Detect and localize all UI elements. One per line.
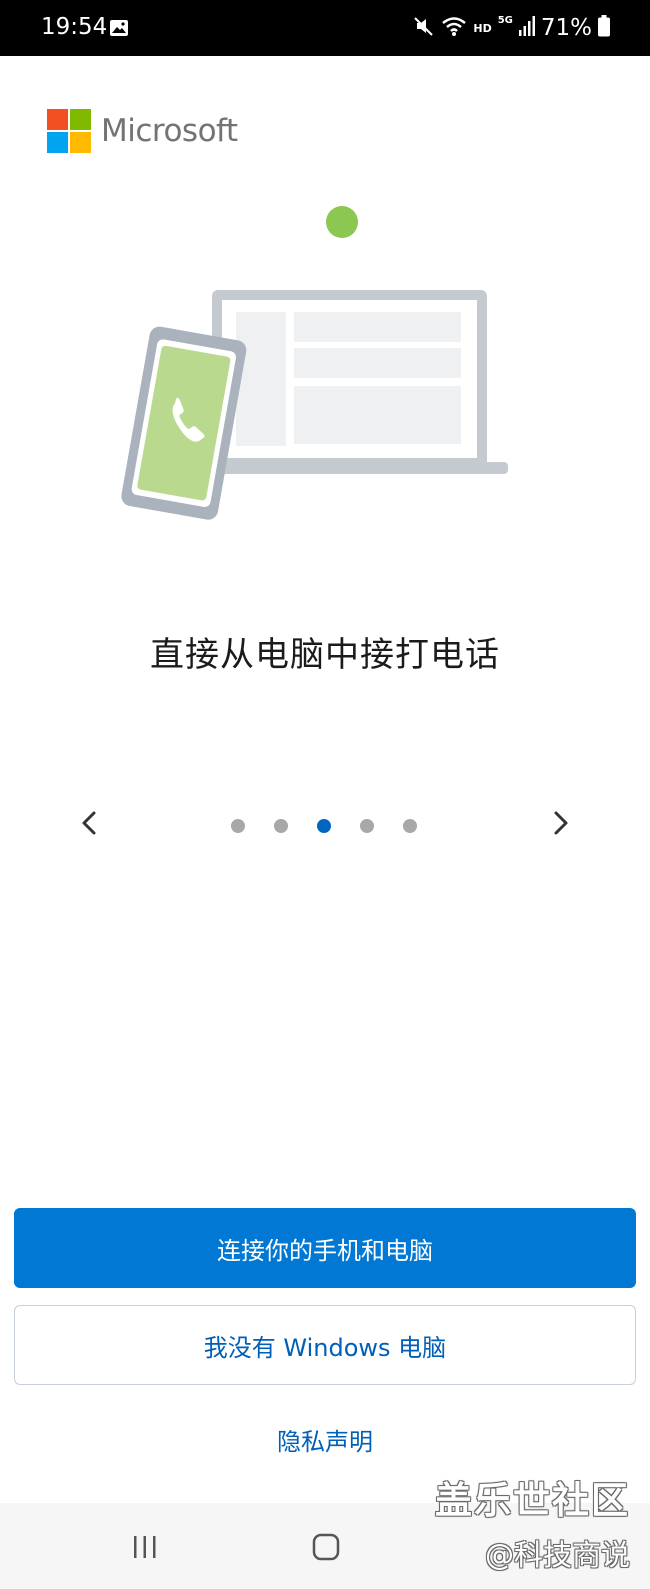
status-bar: 19:54 HD 5G 71%: [0, 0, 650, 56]
microsoft-wordmark: Microsoft: [101, 113, 238, 149]
battery-icon: [598, 15, 610, 41]
recents-icon[interactable]: [131, 1533, 159, 1561]
pager-dot-3[interactable]: [317, 819, 331, 833]
battery-percent: 71%: [540, 15, 592, 41]
connect-phone-pc-button[interactable]: 连接你的手机和电脑: [14, 1208, 636, 1288]
hd-label: HD: [473, 21, 492, 35]
mute-icon: [413, 15, 435, 41]
5g-label: 5G: [497, 14, 513, 26]
connect-phone-pc-label: 连接你的手机和电脑: [217, 1236, 433, 1265]
watermark-author: @科技商说: [484, 1538, 630, 1572]
wifi-icon: [441, 15, 467, 41]
privacy-statement-link[interactable]: 隐私声明: [0, 1422, 650, 1457]
hero-illustration: [0, 190, 650, 540]
next-slide-button[interactable]: [545, 808, 575, 838]
laptop-icon: [196, 290, 508, 474]
status-right: HD 5G 71%: [413, 12, 610, 44]
no-windows-pc-label: 我没有 Windows 电脑: [203, 1333, 447, 1362]
watermark-community: 盖乐世社区: [435, 1479, 630, 1522]
accent-dot: [326, 206, 358, 238]
home-icon[interactable]: [312, 1533, 340, 1561]
microsoft-logo: Microsoft: [47, 109, 238, 153]
status-time: 19:54: [41, 14, 108, 40]
signal-icon: [518, 16, 535, 40]
previous-slide-button[interactable]: [75, 808, 105, 838]
gallery-icon: [109, 19, 129, 37]
chevron-left-icon: [82, 811, 96, 835]
pager-dot-1[interactable]: [231, 819, 245, 833]
phone-icon: [121, 326, 247, 520]
pager-dot-2[interactable]: [274, 819, 288, 833]
pager-dot-4[interactable]: [360, 819, 374, 833]
pager-dot-5[interactable]: [403, 819, 417, 833]
chevron-right-icon: [554, 811, 568, 835]
no-windows-pc-button[interactable]: 我没有 Windows 电脑: [14, 1305, 636, 1385]
microsoft-logo-icon: [47, 109, 91, 153]
slide-title: 直接从电脑中接打电话: [150, 635, 500, 675]
